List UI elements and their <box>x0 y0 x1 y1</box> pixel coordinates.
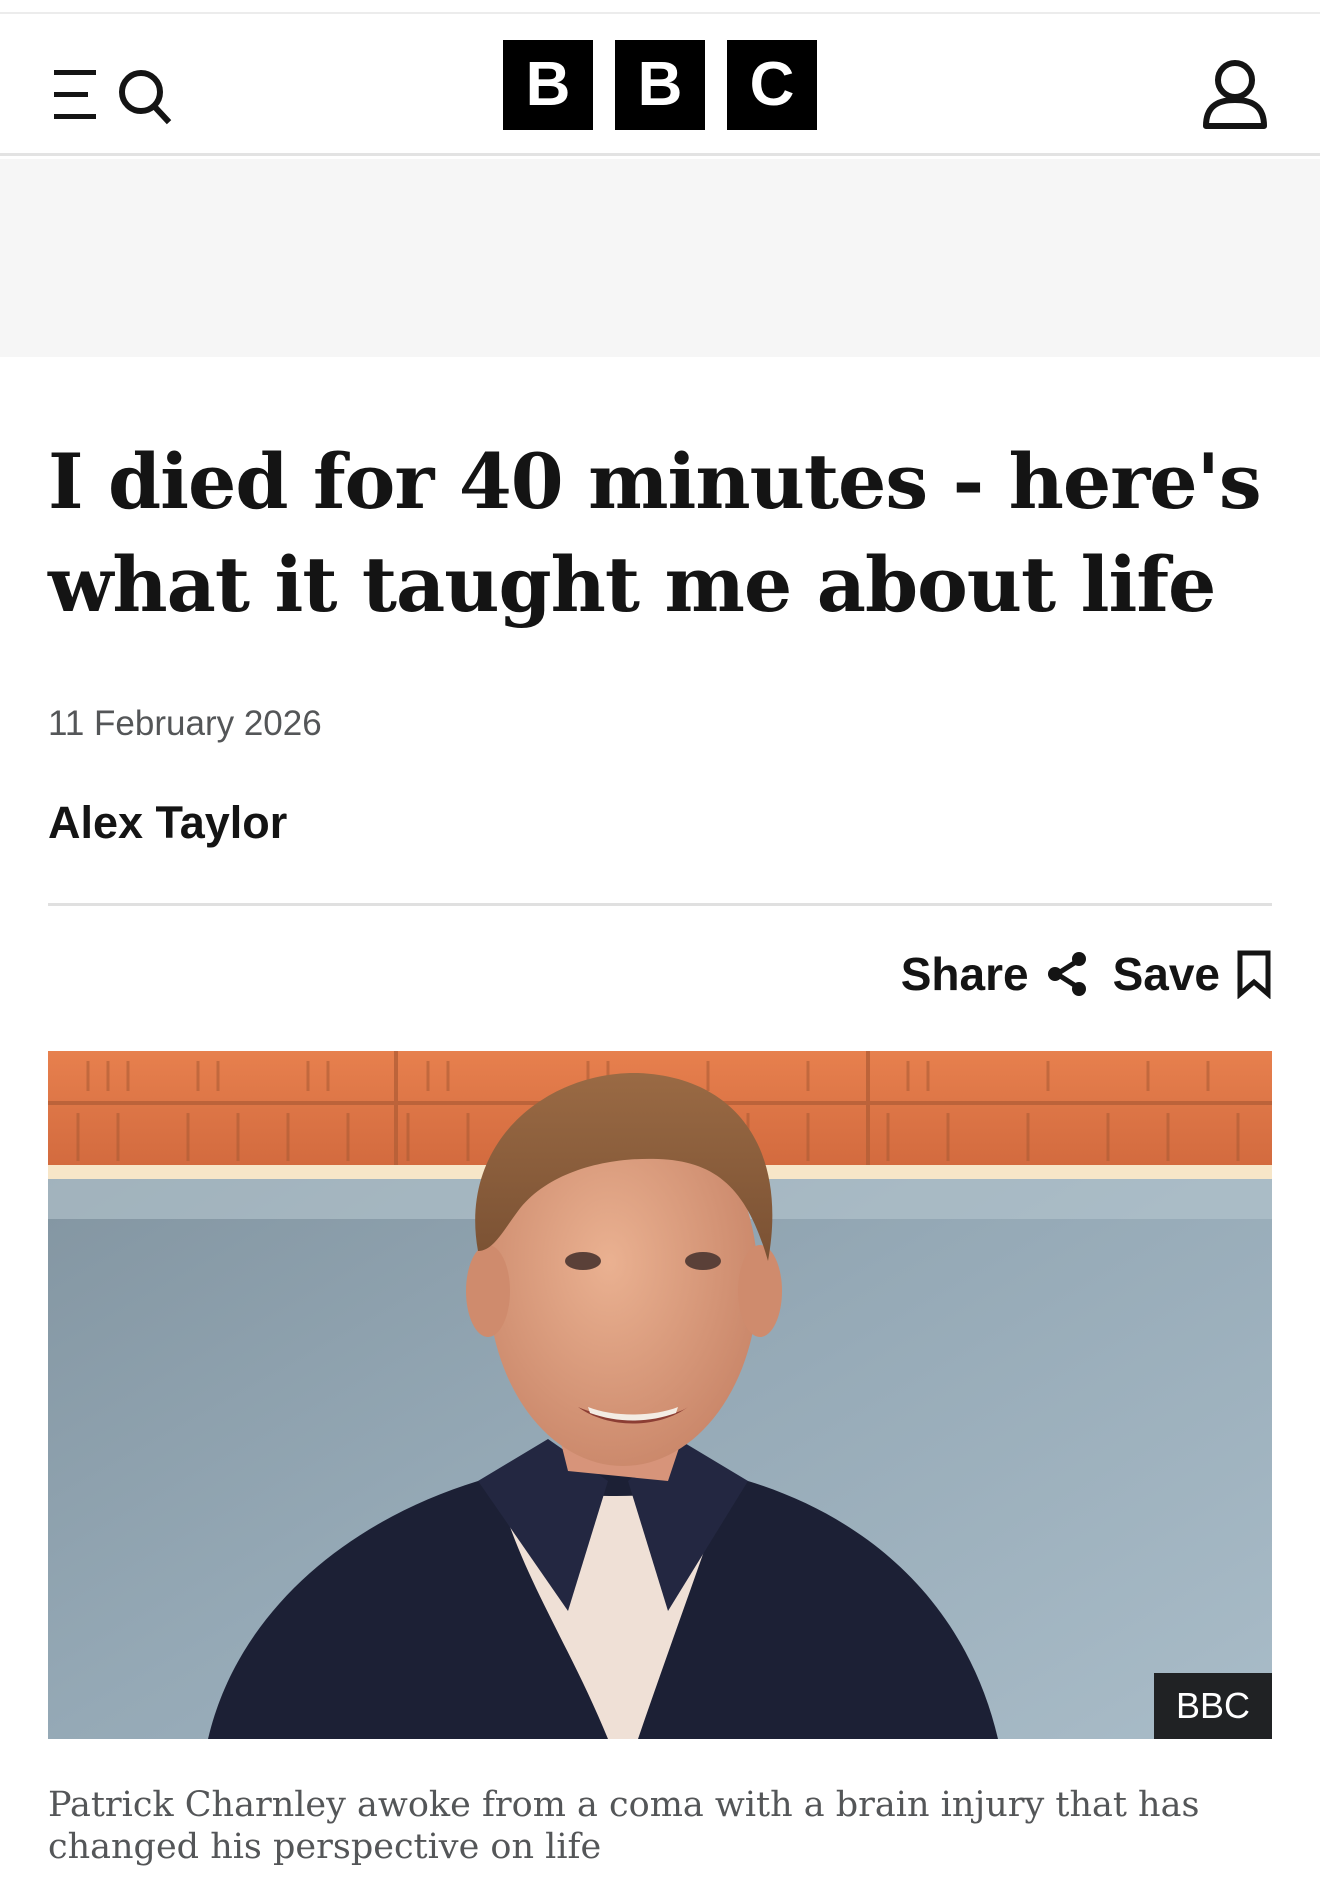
share-button[interactable]: Share <box>901 947 1089 1001</box>
save-label: Save <box>1112 948 1220 1000</box>
logo-letter: C <box>727 40 817 130</box>
article-actions: Share Save <box>901 944 1272 1004</box>
advertisement-placeholder <box>0 159 1320 357</box>
search-icon <box>119 70 172 125</box>
status-strip <box>0 0 1320 14</box>
share-label: Share <box>900 948 1029 1000</box>
image-credit-badge: BBC <box>1154 1673 1272 1739</box>
logo-letter: B <box>503 40 593 130</box>
article-lead-image: BBC <box>48 1051 1272 1739</box>
article-headline: I died for 40 minutes - here's what it t… <box>48 437 1262 629</box>
account-button[interactable] <box>1200 54 1270 134</box>
article-author[interactable]: Alex Taylor <box>48 797 287 849</box>
site-header: B B C <box>0 14 1320 156</box>
share-icon <box>1047 952 1086 996</box>
image-caption: Patrick Charnley awoke from a coma with … <box>48 1785 1200 1867</box>
bbc-logo[interactable]: B B C <box>503 40 819 130</box>
menu-icon <box>54 70 96 119</box>
logo-letter: B <box>615 40 705 130</box>
bookmark-icon <box>1237 950 1271 999</box>
menu-search-button[interactable] <box>54 60 174 130</box>
article-date: 11 February 2026 <box>48 704 322 743</box>
portrait-photo <box>48 1051 1272 1739</box>
account-icon <box>1203 60 1267 129</box>
byline-divider <box>48 903 1272 906</box>
save-button[interactable]: Save <box>1113 947 1272 1001</box>
